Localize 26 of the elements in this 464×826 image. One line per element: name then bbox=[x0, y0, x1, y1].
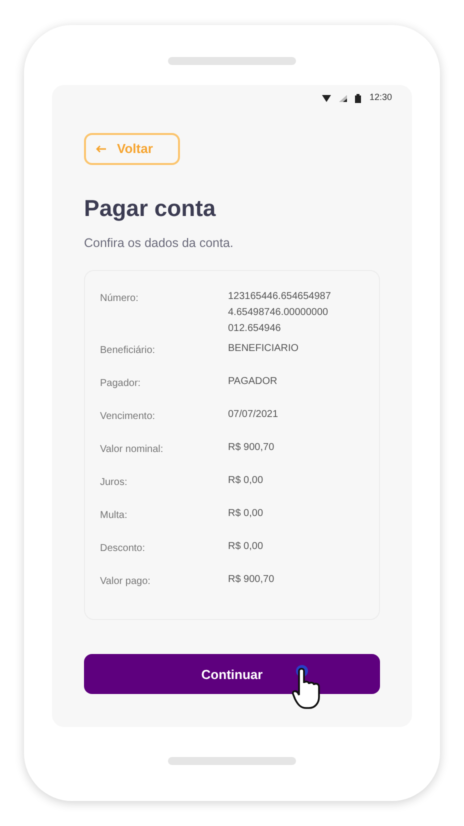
detail-label: Valor pago: bbox=[100, 575, 152, 590]
detail-label: Número: bbox=[100, 292, 140, 306]
arrow-left-icon bbox=[96, 145, 107, 153]
detail-value: R$ 900,70 bbox=[228, 573, 276, 588]
detail-label: Multa: bbox=[100, 509, 128, 524]
signal-icon bbox=[339, 94, 348, 102]
detail-value: BENEFICIARIO bbox=[228, 342, 300, 356]
detail-label: Pagador: bbox=[100, 377, 142, 392]
detail-value: 07/07/2021 bbox=[228, 408, 280, 422]
wifi-icon bbox=[322, 94, 332, 102]
detail-value: R$ 900,70 bbox=[228, 441, 276, 456]
page-title: Pagar conta bbox=[84, 194, 217, 223]
detail-label: Vencimento: bbox=[100, 410, 156, 424]
detail-value: R$ 0,00 bbox=[228, 507, 264, 522]
detail-value: R$ 0,00 bbox=[228, 540, 264, 554]
detail-label: Valor nominal: bbox=[100, 443, 164, 458]
detail-label: Desconto: bbox=[100, 542, 146, 556]
detail-label: Juros: bbox=[100, 476, 128, 490]
detail-value: 123165446.6546549874.65498746.00000000012.654946 bbox=[228, 290, 332, 336]
continue-button[interactable]: Continuar bbox=[84, 654, 380, 694]
battery-icon bbox=[355, 94, 362, 102]
detail-value: R$ 0,00 bbox=[228, 474, 264, 488]
detail-value: PAGADOR bbox=[228, 375, 278, 390]
detail-label: Beneficiário: bbox=[100, 344, 156, 358]
status-time: 12:30 bbox=[369, 91, 392, 104]
page-subtitle: Confira os dados da conta. bbox=[84, 234, 234, 252]
